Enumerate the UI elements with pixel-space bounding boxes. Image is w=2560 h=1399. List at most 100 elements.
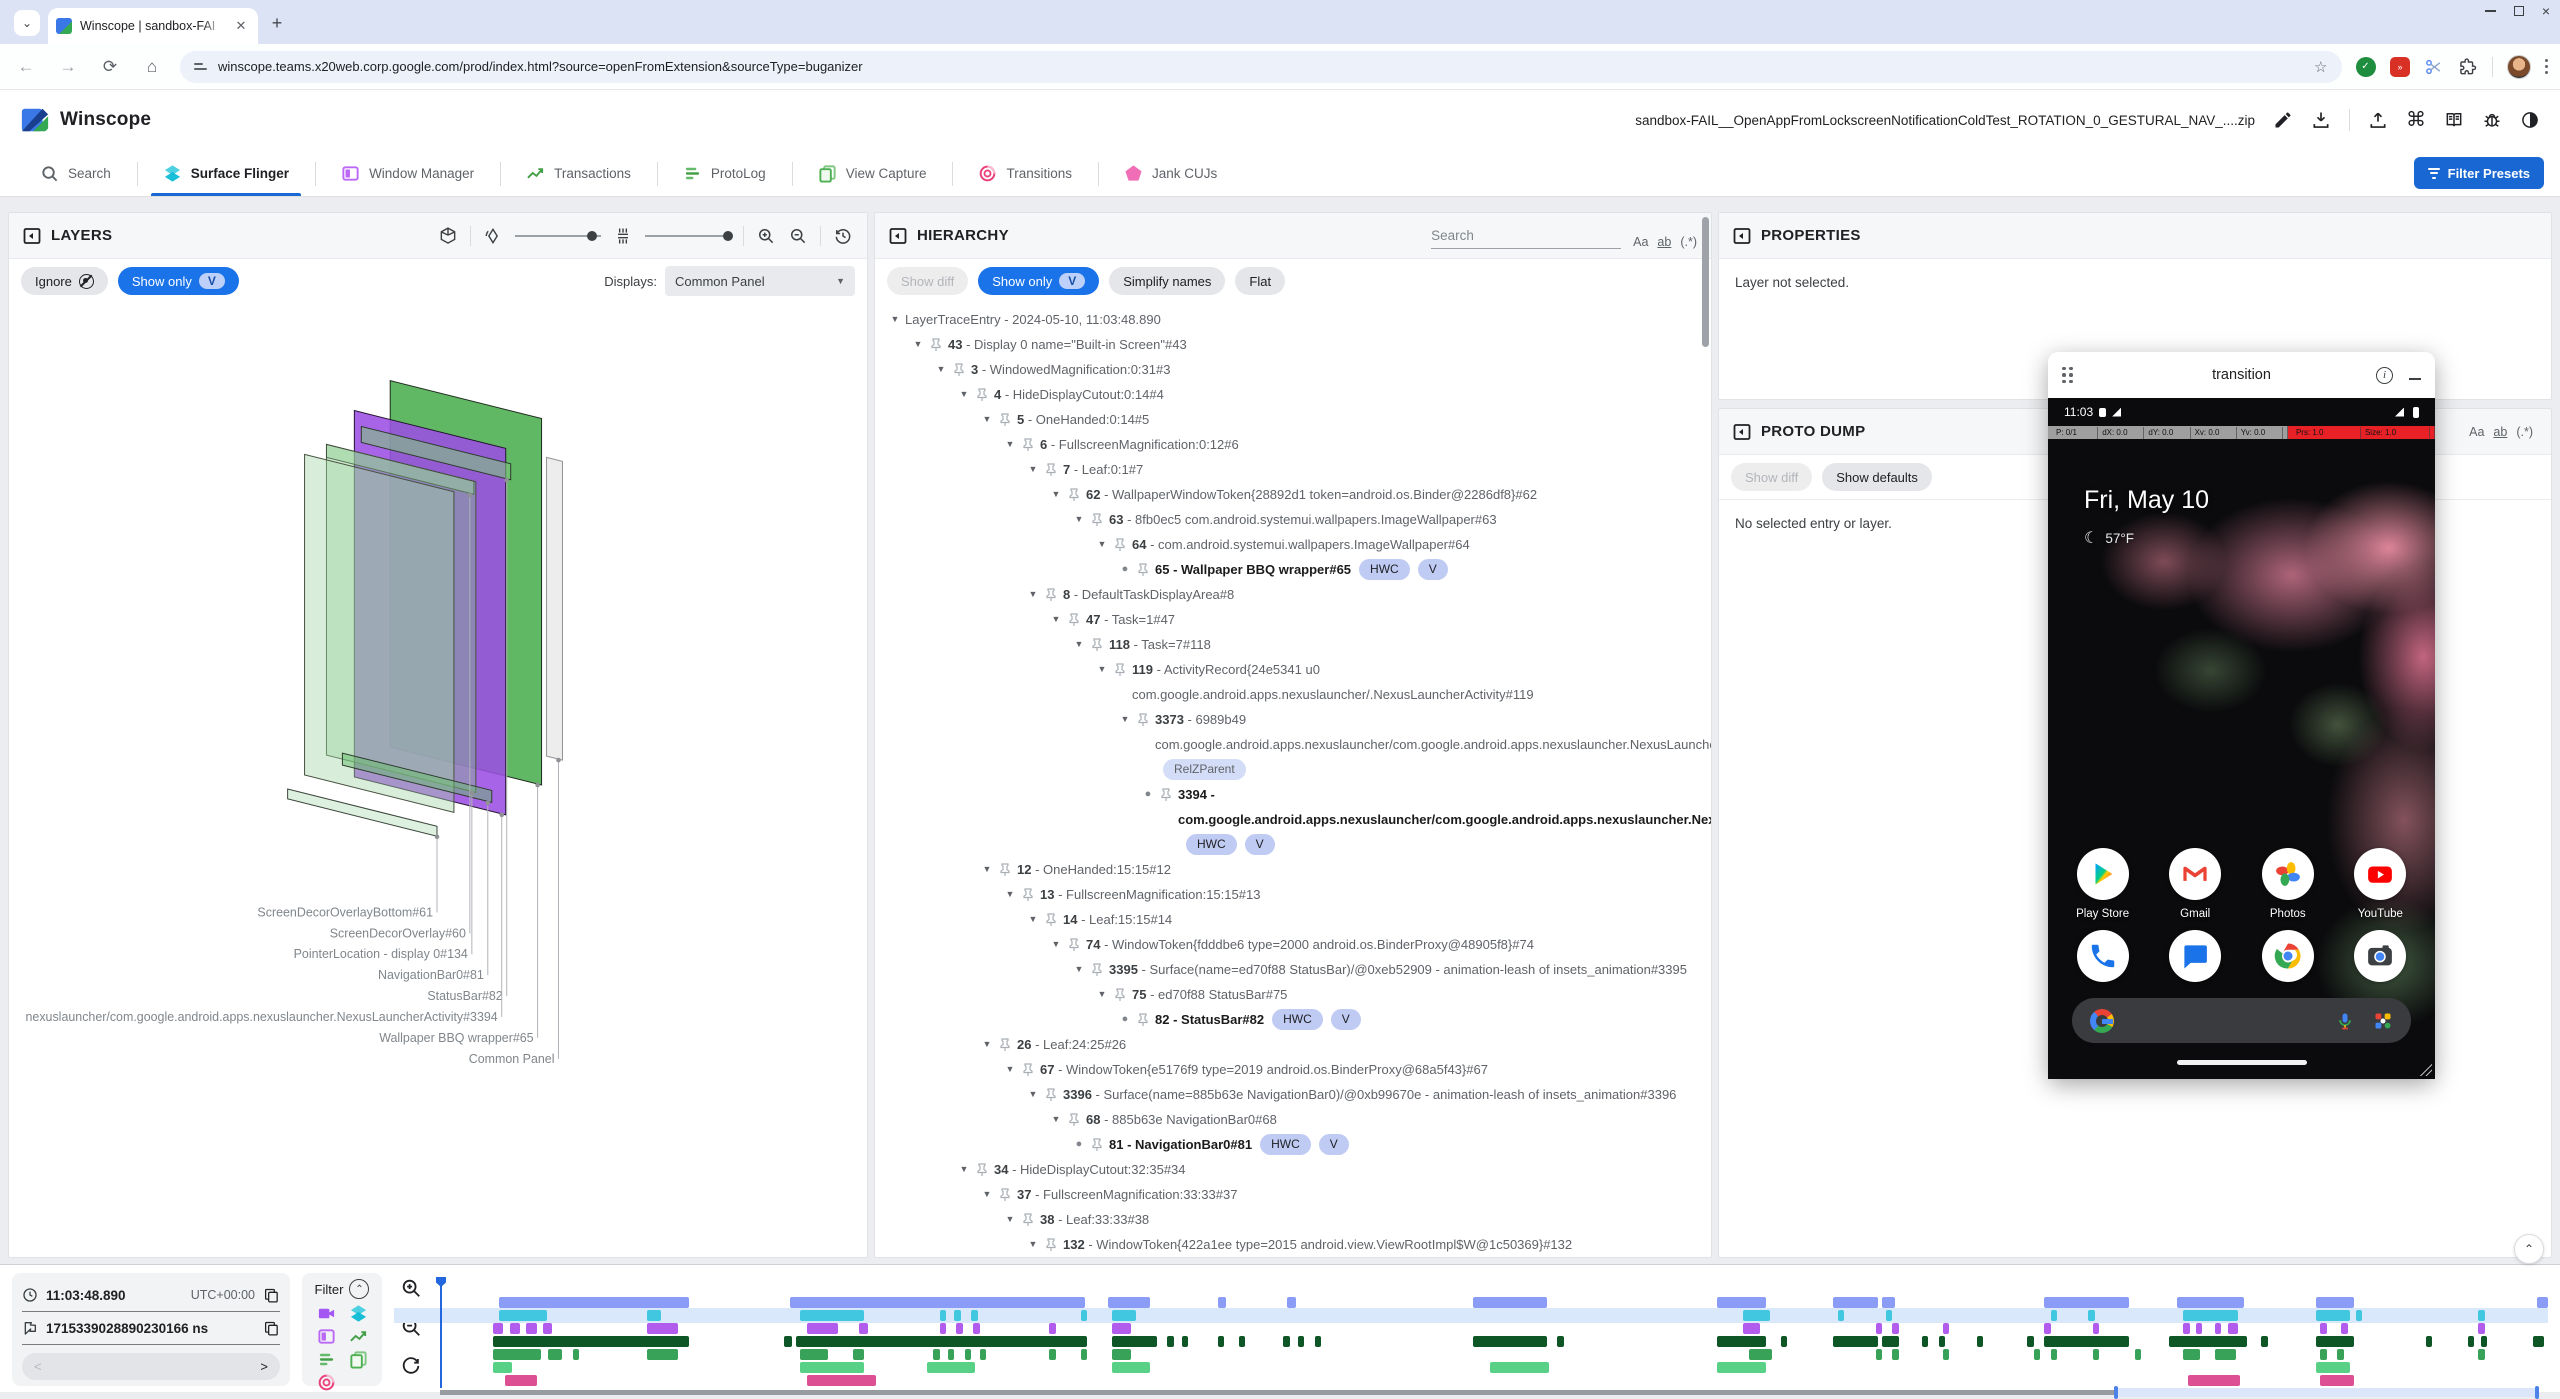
tab-view-capture[interactable]: View Capture bbox=[792, 150, 953, 196]
trace-segment-window-manager[interactable] bbox=[647, 1323, 679, 1334]
trace-segment-transactions[interactable] bbox=[1112, 1336, 1156, 1347]
trace-segment-protolog[interactable] bbox=[1892, 1349, 1898, 1360]
regex-icon[interactable]: (.*) bbox=[1680, 235, 1697, 249]
tab-search-button[interactable]: ⌄ bbox=[14, 10, 40, 36]
trace-segment-view-capture[interactable] bbox=[1490, 1362, 1549, 1373]
pin-icon[interactable] bbox=[951, 361, 967, 377]
flat-chip[interactable]: Flat bbox=[1235, 267, 1285, 295]
trace-segment-surface-flinger[interactable] bbox=[2356, 1310, 2362, 1321]
trace-segment-transactions[interactable] bbox=[2468, 1336, 2474, 1347]
trace-segment-transactions[interactable] bbox=[2426, 1336, 2432, 1347]
trace-segment-screen-recording[interactable] bbox=[1833, 1297, 1877, 1308]
trace-segment-surface-flinger[interactable] bbox=[800, 1310, 863, 1321]
collapse-panel-icon[interactable] bbox=[889, 227, 907, 245]
tree-node-26[interactable]: ▼26 - Leaf:24:25#26 bbox=[875, 1032, 1711, 1057]
match-word-icon[interactable]: ab bbox=[2493, 425, 2507, 439]
trace-segment-screen-recording[interactable] bbox=[2316, 1297, 2354, 1308]
google-search-bar[interactable] bbox=[2072, 998, 2411, 1043]
tree-node-3[interactable]: ▼3 - WindowedMagnification:0:31#3 bbox=[875, 357, 1711, 382]
range-track[interactable] bbox=[440, 1390, 2116, 1395]
profile-avatar[interactable] bbox=[2507, 55, 2531, 79]
trace-segment-window-manager[interactable] bbox=[956, 1323, 962, 1334]
trace-segment-protolog[interactable] bbox=[2093, 1349, 2099, 1360]
trace-segment-surface-flinger[interactable] bbox=[954, 1310, 960, 1321]
expand-caret-icon[interactable]: ▼ bbox=[1000, 1207, 1020, 1232]
pin-icon[interactable] bbox=[1158, 786, 1174, 802]
trace-segment-transactions[interactable] bbox=[1922, 1336, 1928, 1347]
tree-node-64[interactable]: ▼64 - com.android.systemui.wallpapers.Im… bbox=[875, 532, 1711, 557]
pin-icon[interactable] bbox=[974, 386, 990, 402]
show-diff-chip[interactable]: Show diff bbox=[887, 267, 968, 295]
match-case-icon[interactable]: Aa bbox=[2469, 425, 2484, 439]
tree-node-14[interactable]: ▼14 - Leaf:15:15#14 bbox=[875, 907, 1711, 932]
transition-window[interactable]: transition i 11:03 P: 0/1dX: 0.0dY: 0.0X… bbox=[2048, 352, 2435, 1079]
trace-segment-protolog[interactable] bbox=[2215, 1349, 2236, 1360]
tab-close-icon[interactable]: ✕ bbox=[232, 17, 250, 35]
trace-segment-transactions[interactable] bbox=[1557, 1336, 1563, 1347]
dark-mode-icon[interactable] bbox=[2520, 110, 2540, 130]
range-selection[interactable] bbox=[2116, 1388, 2538, 1397]
trace-segment-window-manager[interactable] bbox=[2183, 1323, 2189, 1334]
trace-segment-protolog[interactable] bbox=[647, 1349, 679, 1360]
scissors-extension-icon[interactable] bbox=[2424, 57, 2444, 77]
trace-segment-window-manager[interactable] bbox=[510, 1323, 521, 1334]
zoom-out-icon[interactable] bbox=[788, 226, 808, 246]
view-3d-icon[interactable] bbox=[438, 226, 458, 246]
trace-segment-transactions[interactable] bbox=[2169, 1336, 2247, 1347]
trace-segment-screen-recording[interactable] bbox=[1218, 1297, 1226, 1308]
show-defaults-chip[interactable]: Show defaults bbox=[1822, 463, 1932, 491]
trace-segment-transactions[interactable] bbox=[1781, 1336, 1787, 1347]
expand-caret-icon[interactable]: ▼ bbox=[885, 307, 905, 332]
ns-time-field[interactable]: 1715339028890230166 ns bbox=[22, 1312, 280, 1345]
timeline-collapse-button[interactable]: ⌃ bbox=[2514, 1234, 2544, 1264]
collapse-panel-icon[interactable] bbox=[1733, 227, 1751, 245]
tab-search[interactable]: Search bbox=[14, 150, 137, 196]
trace-segment-transactions[interactable] bbox=[784, 1336, 792, 1347]
pin-icon[interactable] bbox=[1066, 486, 1082, 502]
pin-icon[interactable] bbox=[1089, 961, 1105, 977]
pin-icon[interactable] bbox=[1043, 911, 1059, 927]
trace-segment-transactions[interactable] bbox=[1298, 1336, 1304, 1347]
front-pale-layer[interactable] bbox=[305, 454, 454, 812]
tab-protolog[interactable]: ProtoLog bbox=[657, 150, 792, 196]
trace-segment-transactions[interactable] bbox=[1167, 1336, 1173, 1347]
trace-segment-window-manager[interactable] bbox=[526, 1323, 537, 1334]
trace-segment-screen-recording[interactable] bbox=[2044, 1297, 2128, 1308]
expand-caret-icon[interactable]: ▼ bbox=[977, 407, 997, 432]
expand-caret-icon[interactable]: ▼ bbox=[1092, 982, 1112, 1007]
trace-segment-protolog[interactable] bbox=[573, 1349, 579, 1360]
close-icon[interactable]: × bbox=[2542, 6, 2550, 16]
expand-caret-icon[interactable]: ▼ bbox=[1069, 507, 1089, 532]
tree-node-3394[interactable]: ●3394 - com.google.android.apps.nexuslau… bbox=[875, 782, 1711, 857]
keyboard-shortcuts-icon[interactable]: ⌘ bbox=[2406, 110, 2426, 130]
trace-segment-transactions[interactable] bbox=[2316, 1336, 2354, 1347]
trace-segment-window-manager[interactable] bbox=[1876, 1323, 1882, 1334]
human-time-field[interactable]: 11:03:48.890 UTC+00:00 bbox=[22, 1279, 280, 1312]
copy-icon[interactable] bbox=[263, 1320, 280, 1337]
common-panel[interactable] bbox=[547, 457, 563, 760]
trace-segment-screen-recording[interactable] bbox=[1287, 1297, 1295, 1308]
pin-icon[interactable] bbox=[1043, 1086, 1059, 1102]
trace-segment-screen-recording[interactable] bbox=[499, 1297, 689, 1308]
trace-segment-screen-recording[interactable] bbox=[2537, 1297, 2548, 1308]
pin-icon[interactable] bbox=[1043, 586, 1059, 602]
trace-segment-protolog[interactable] bbox=[980, 1349, 986, 1360]
trace-segment-window-manager[interactable] bbox=[2320, 1323, 2326, 1334]
trace-segment-surface-flinger[interactable] bbox=[1886, 1310, 1892, 1321]
trace-segment-surface-flinger[interactable] bbox=[940, 1310, 946, 1321]
expand-caret-icon[interactable]: ▼ bbox=[931, 357, 951, 382]
trace-segment-view-capture[interactable] bbox=[2316, 1362, 2350, 1373]
trace-segment-transactions[interactable] bbox=[1717, 1336, 1765, 1347]
range-handle-right[interactable] bbox=[2535, 1386, 2539, 1399]
expand-caret-icon[interactable]: ▼ bbox=[1023, 1232, 1043, 1255]
app-gmail[interactable]: Gmail bbox=[2157, 848, 2233, 920]
trace-segment-protolog[interactable] bbox=[853, 1349, 864, 1360]
pin-icon[interactable] bbox=[1112, 986, 1128, 1002]
tree-node-47[interactable]: ▼47 - Task=1#47 bbox=[875, 607, 1711, 632]
expand-caret-icon[interactable]: ▼ bbox=[1046, 482, 1066, 507]
new-tab-button[interactable]: + bbox=[264, 10, 290, 36]
expand-caret-icon[interactable]: ▼ bbox=[1046, 607, 1066, 632]
trace-segment-surface-flinger[interactable] bbox=[971, 1310, 977, 1321]
tree-node-7[interactable]: ▼7 - Leaf:0:1#7 bbox=[875, 457, 1711, 482]
trace-segment-protolog[interactable] bbox=[800, 1349, 827, 1360]
